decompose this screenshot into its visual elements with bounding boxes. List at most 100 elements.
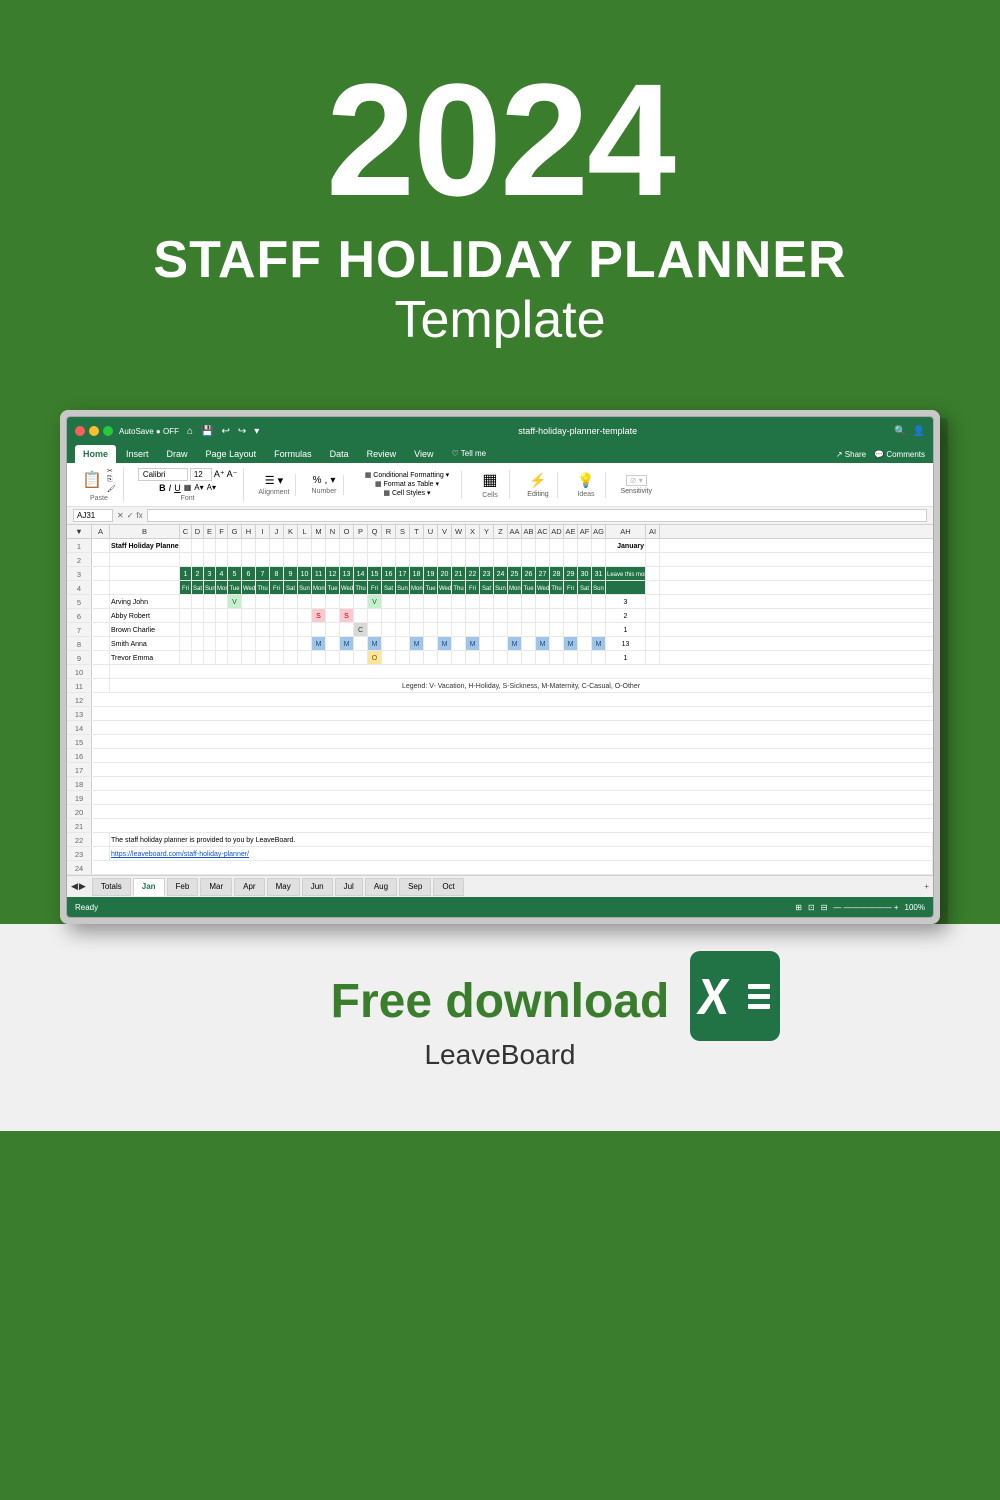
col-header-af[interactable]: AF [578,525,592,538]
cell-n8[interactable] [326,637,340,650]
cell-c3[interactable]: 1 [180,567,192,580]
cell-v1[interactable] [438,539,452,552]
cell-s4[interactable]: Sun [396,581,410,594]
cell-i1[interactable] [256,539,270,552]
cell-p1[interactable] [354,539,368,552]
cell-n7[interactable] [326,623,340,636]
home-icon[interactable]: ⌂ [185,426,195,437]
cell-ag6[interactable] [592,609,606,622]
cell-ae3[interactable]: 29 [564,567,578,580]
cell-ag8-m[interactable]: M [592,637,606,650]
cell-ah5-total[interactable]: 3 [606,595,646,608]
cell-c2[interactable] [180,553,192,566]
cell-f5[interactable] [216,595,228,608]
cell-r2[interactable] [382,553,396,566]
cell-l6[interactable] [298,609,312,622]
col-header-e[interactable]: E [204,525,216,538]
align-left-icon[interactable]: ☰ [265,474,275,487]
cell-l3[interactable]: 10 [298,567,312,580]
font-name-input[interactable]: Calibri [138,468,188,481]
cell-d3[interactable]: 2 [192,567,204,580]
col-header-v[interactable]: V [438,525,452,538]
tab-review[interactable]: Review [359,445,405,463]
cell-r3[interactable]: 16 [382,567,396,580]
cell-h7[interactable] [242,623,256,636]
cell-z7[interactable] [494,623,508,636]
cell-u8[interactable] [424,637,438,650]
cell-g3[interactable]: 5 [228,567,242,580]
cell-u5[interactable] [424,595,438,608]
formula-input[interactable] [147,509,927,522]
cell-g6[interactable] [228,609,242,622]
cell-n5[interactable] [326,595,340,608]
cell-ad4[interactable]: Thu [550,581,564,594]
cell-x6[interactable] [466,609,480,622]
cell-a8[interactable] [92,637,110,650]
cell-y3[interactable]: 23 [480,567,494,580]
format-as-table-button[interactable]: ▦ Format as Table ▾ [375,480,439,488]
cell-s6[interactable] [396,609,410,622]
cell-h6[interactable] [242,609,256,622]
cell-a23[interactable] [92,847,110,860]
cell-ae9[interactable] [564,651,578,664]
cell-ae1[interactable] [564,539,578,552]
tab-nav-left[interactable]: ◀ [71,881,78,892]
cell-v7[interactable] [438,623,452,636]
cell-ah4[interactable] [606,581,646,594]
cell-s1[interactable] [396,539,410,552]
redo-icon[interactable]: ↪ [236,426,248,437]
cell-t2[interactable] [410,553,424,566]
cell-ag3[interactable]: 31 [592,567,606,580]
cell-l8[interactable] [298,637,312,650]
cell-ab1[interactable] [522,539,536,552]
cell-y8[interactable] [480,637,494,650]
cell-t8-m[interactable]: M [410,637,424,650]
tab-formulas[interactable]: Formulas [266,445,320,463]
save-icon[interactable]: 💾 [199,426,215,437]
cell-e7[interactable] [204,623,216,636]
cell-r5[interactable] [382,595,396,608]
cell-ad1[interactable] [550,539,564,552]
cell-f6[interactable] [216,609,228,622]
cell-ah7-total[interactable]: 1 [606,623,646,636]
cell-ag2[interactable] [592,553,606,566]
cell-d4[interactable]: Sat [192,581,204,594]
cell-ae5[interactable] [564,595,578,608]
cell-s5[interactable] [396,595,410,608]
cell-v2[interactable] [438,553,452,566]
cell-k9[interactable] [284,651,298,664]
cell-j4[interactable]: Fri [270,581,284,594]
cell-x9[interactable] [466,651,480,664]
tab-home[interactable]: Home [75,445,116,463]
col-header-b[interactable]: B [110,525,180,538]
cell-c1[interactable] [180,539,192,552]
cell-n2[interactable] [326,553,340,566]
cell-main-15[interactable] [92,735,933,748]
cell-b4[interactable] [110,581,180,594]
cell-g4[interactable]: Tue [228,581,242,594]
cell-g5-v[interactable]: V [228,595,242,608]
cell-s3[interactable]: 17 [396,567,410,580]
cell-w9[interactable] [452,651,466,664]
cell-ag4[interactable]: Sun [592,581,606,594]
cell-a10[interactable] [92,665,110,678]
cell-x1[interactable] [466,539,480,552]
tab-data[interactable]: Data [322,445,357,463]
cell-y2[interactable] [480,553,494,566]
tab-page-layout[interactable]: Page Layout [198,445,265,463]
cell-ai5[interactable] [646,595,660,608]
cell-q1[interactable] [368,539,382,552]
cell-ah9-total[interactable]: 1 [606,651,646,664]
cell-u3[interactable]: 19 [424,567,438,580]
cell-ab8[interactable] [522,637,536,650]
cell-main-19[interactable] [92,791,933,804]
cell-q6[interactable] [368,609,382,622]
ideas-icon[interactable]: 💡 [577,472,594,489]
cell-x5[interactable] [466,595,480,608]
cell-af8[interactable] [578,637,592,650]
cell-f7[interactable] [216,623,228,636]
cell-u2[interactable] [424,553,438,566]
cell-ai8[interactable] [646,637,660,650]
cell-l2[interactable] [298,553,312,566]
add-sheet-button[interactable]: + [924,882,929,891]
